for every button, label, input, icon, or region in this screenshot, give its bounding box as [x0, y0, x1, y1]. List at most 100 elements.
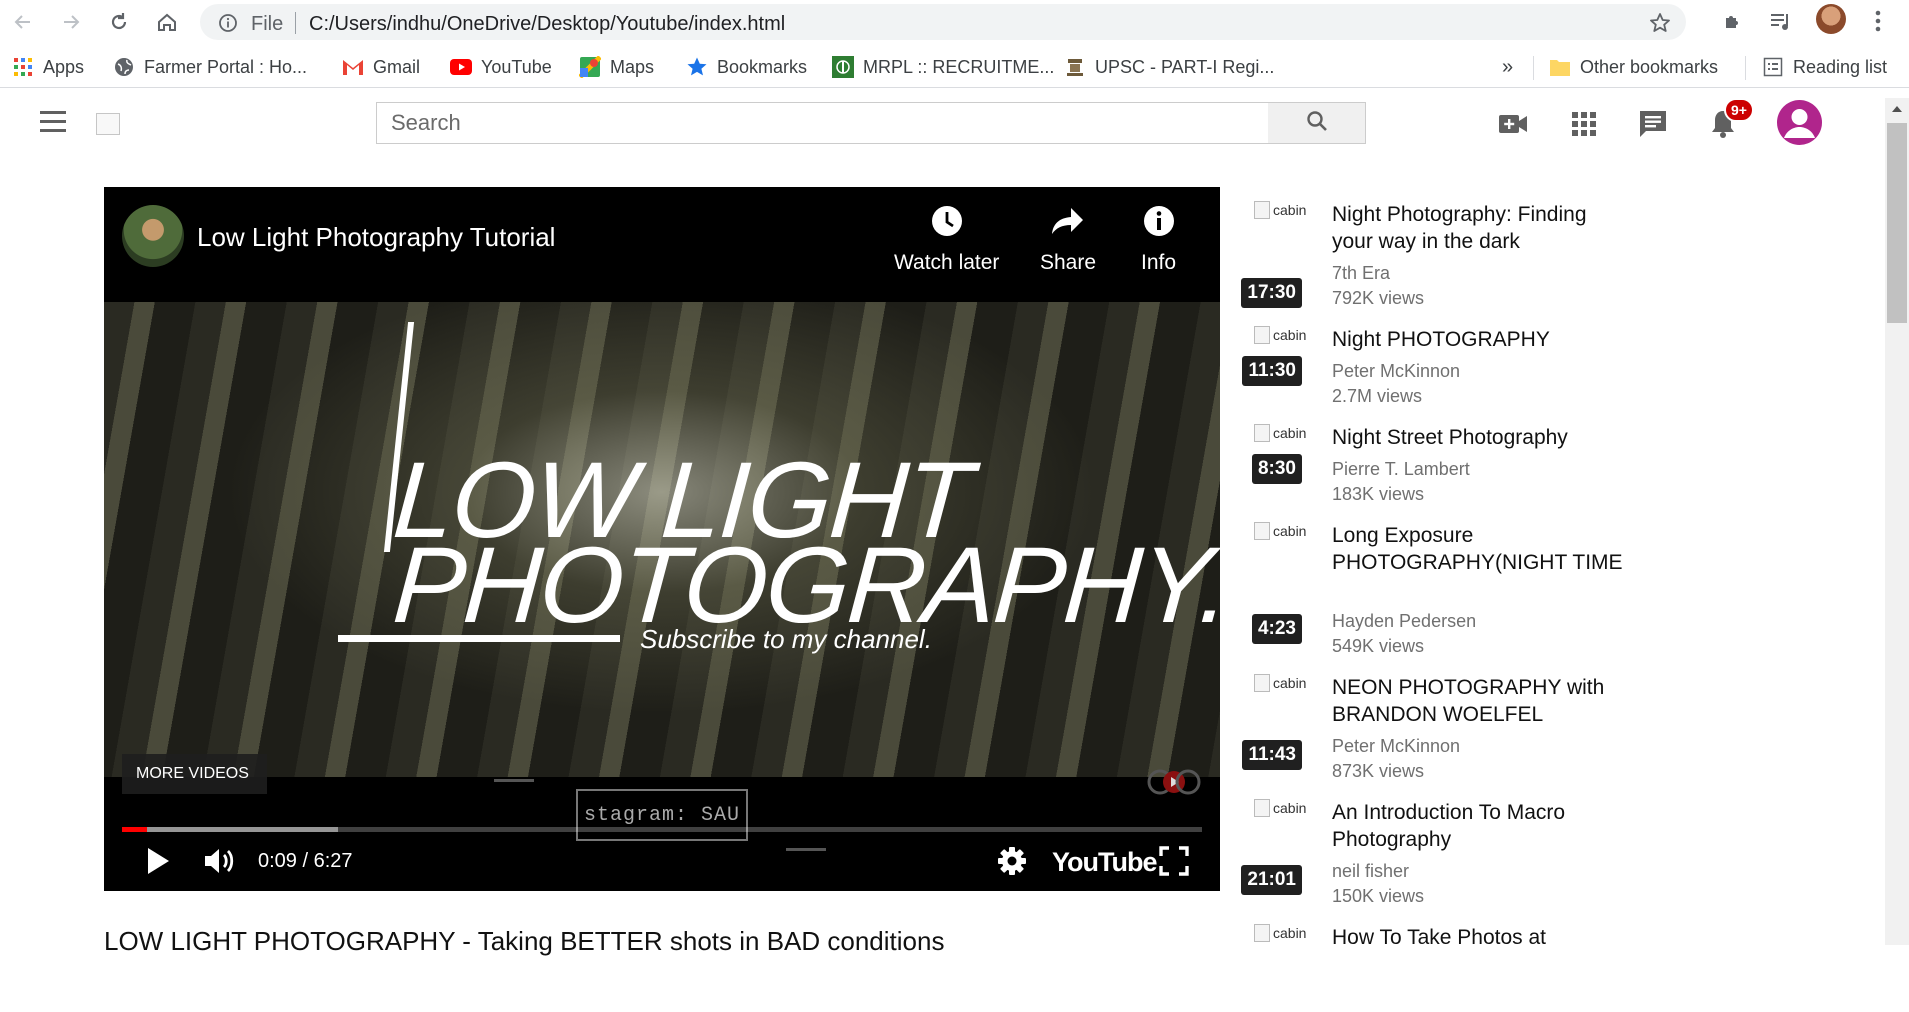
- bookmark-upsc[interactable]: UPSC - PART-I Regi...: [1064, 56, 1274, 78]
- info-icon[interactable]: [218, 13, 238, 38]
- extensions-icon[interactable]: [1719, 7, 1747, 35]
- create-video-icon[interactable]: [1497, 108, 1529, 140]
- scrollbar-thumb[interactable]: [1887, 123, 1907, 323]
- video-page-title: LOW LIGHT PHOTOGRAPHY - Taking BETTER sh…: [104, 926, 945, 956]
- bookmarks-bar: Apps Farmer Portal : Ho... Gmail YouTube…: [0, 48, 1909, 88]
- reading-list-button[interactable]: Reading list: [1762, 56, 1887, 78]
- video-thumbnail[interactable]: cabin: [1234, 924, 1306, 1012]
- video-player[interactable]: LOW LIGHT PHOTOGRAPHY. Subscribe to my c…: [104, 187, 1220, 891]
- gear-icon: [997, 846, 1027, 881]
- video-thumbnail[interactable]: cabin 4:23: [1234, 522, 1306, 644]
- page-scrollbar[interactable]: [1885, 98, 1909, 945]
- search-icon: [1305, 109, 1329, 138]
- volume-icon: [203, 846, 237, 881]
- fullscreen-button[interactable]: [1156, 843, 1192, 883]
- play-button[interactable]: [140, 843, 176, 883]
- share-button[interactable]: Share: [1040, 205, 1096, 275]
- bookmark-label: Reading list: [1793, 56, 1888, 77]
- mrpl-icon: [832, 56, 854, 78]
- address-bar[interactable]: File C:/Users/indhu/OneDrive/Desktop/You…: [200, 4, 1686, 40]
- channel-name[interactable]: Peter McKinnon: [1332, 734, 1460, 759]
- recommendation-title[interactable]: How To Take Photos at: [1332, 924, 1632, 951]
- bookmark-gmail[interactable]: Gmail: [342, 56, 420, 78]
- recommendation-title[interactable]: Long Exposure PHOTOGRAPHY(NIGHT TIME: [1332, 522, 1632, 576]
- more-videos-button[interactable]: MORE VIDEOS: [122, 754, 267, 794]
- channel-name[interactable]: Hayden Pedersen: [1332, 609, 1476, 634]
- overlay-dash: [494, 779, 534, 782]
- account-avatar[interactable]: [1777, 100, 1822, 145]
- home-icon[interactable]: [154, 9, 180, 35]
- video-thumbnail[interactable]: cabin 17:30: [1234, 201, 1306, 308]
- recommendation-title[interactable]: Night Photography: Finding your way in t…: [1332, 201, 1632, 255]
- share-arrow-icon: [1051, 205, 1085, 251]
- video-thumbnail[interactable]: cabin 11:43: [1234, 674, 1306, 770]
- youtube-wordmark[interactable]: YouTube: [1052, 847, 1157, 878]
- channel-watermark-icon[interactable]: [1144, 767, 1204, 802]
- bookmark-label: YouTube: [481, 56, 552, 77]
- star-icon: [686, 56, 708, 78]
- video-frame[interactable]: LOW LIGHT PHOTOGRAPHY. Subscribe to my c…: [104, 302, 1220, 777]
- broken-image-icon: cabin: [1254, 799, 1306, 817]
- bookmark-farmer-portal[interactable]: Farmer Portal : Ho...: [113, 56, 307, 78]
- bookmark-label: Bookmarks: [717, 56, 808, 77]
- progress-played: [122, 827, 147, 832]
- recommendation-title[interactable]: NEON PHOTOGRAPHY with BRANDON WOELFEL: [1332, 674, 1632, 728]
- duration-badge: 11:43: [1242, 740, 1302, 770]
- bookmark-maps[interactable]: Maps: [579, 56, 654, 78]
- back-icon[interactable]: [10, 9, 36, 35]
- video-title[interactable]: Low Light Photography Tutorial: [197, 222, 555, 253]
- share-label: Share: [1040, 251, 1097, 274]
- clock-icon: [931, 205, 963, 251]
- profile-avatar[interactable]: [1816, 4, 1846, 34]
- channel-avatar[interactable]: [122, 205, 184, 267]
- apps-grid-icon[interactable]: [1568, 108, 1600, 140]
- video-thumbnail[interactable]: cabin 8:30: [1234, 424, 1306, 512]
- search-input[interactable]: [377, 103, 1269, 143]
- view-count: 2.7M views: [1332, 386, 1423, 406]
- recommendation-title[interactable]: Night Street Photography: [1332, 424, 1632, 451]
- channel-name[interactable]: Peter McKinnon: [1332, 359, 1460, 384]
- title-card-subscribe: Subscribe to my channel.: [640, 624, 932, 654]
- broken-image-icon: cabin: [1254, 201, 1306, 219]
- url-text[interactable]: C:/Users/indhu/OneDrive/Desktop/Youtube/…: [309, 13, 785, 36]
- watch-later-button[interactable]: Watch later: [894, 205, 999, 275]
- bookmarks-overflow-button[interactable]: »: [1502, 56, 1513, 79]
- scroll-up-arrow-icon[interactable]: [1892, 106, 1902, 112]
- video-thumbnail[interactable]: cabin 11:30: [1234, 326, 1306, 414]
- bookmark-other[interactable]: Other bookmarks: [1549, 56, 1718, 78]
- recommendation-title[interactable]: An Introduction To Macro Photography: [1332, 799, 1632, 853]
- progress-buffered: [122, 827, 338, 832]
- hamburger-menu-icon[interactable]: [40, 111, 68, 133]
- title-card-underline: [338, 635, 620, 642]
- duration-badge: 17:30: [1241, 278, 1302, 308]
- menu-kebab-icon[interactable]: [1864, 7, 1892, 35]
- duration-badge: 4:23: [1251, 614, 1302, 644]
- reload-icon[interactable]: [106, 9, 132, 35]
- youtube-logo-broken-image[interactable]: [96, 113, 120, 135]
- channel-name[interactable]: 7th Era: [1332, 261, 1390, 286]
- bookmarks-divider: [1745, 56, 1746, 80]
- bookmark-label: Gmail: [373, 56, 421, 77]
- channel-name[interactable]: neil fisher: [1332, 859, 1409, 884]
- forward-icon[interactable]: [58, 9, 84, 35]
- view-count: 150K views: [1332, 886, 1425, 906]
- bookmark-apps[interactable]: Apps: [12, 56, 84, 78]
- messages-icon[interactable]: [1637, 108, 1669, 140]
- bookmark-star-icon[interactable]: [1648, 11, 1672, 40]
- bookmark-label: Apps: [43, 56, 85, 77]
- search-button[interactable]: [1268, 102, 1366, 144]
- gmail-icon: [342, 56, 364, 78]
- bookmark-bookmarks[interactable]: Bookmarks: [686, 56, 807, 78]
- url-separator: [295, 12, 296, 34]
- volume-button[interactable]: [200, 843, 240, 883]
- info-button[interactable]: Info: [1141, 205, 1176, 275]
- progress-bar[interactable]: [122, 827, 1202, 832]
- settings-button[interactable]: [994, 843, 1030, 883]
- media-control-icon[interactable]: [1767, 7, 1795, 35]
- recommendation-title[interactable]: Night PHOTOGRAPHY: [1332, 326, 1632, 353]
- bookmark-youtube[interactable]: YouTube: [450, 56, 552, 78]
- view-count: 183K views: [1332, 484, 1425, 504]
- video-thumbnail[interactable]: cabin 21:01: [1234, 799, 1306, 895]
- channel-name[interactable]: Pierre T. Lambert: [1332, 457, 1470, 482]
- bookmark-mrpl[interactable]: MRPL :: RECRUITME...: [832, 56, 1054, 78]
